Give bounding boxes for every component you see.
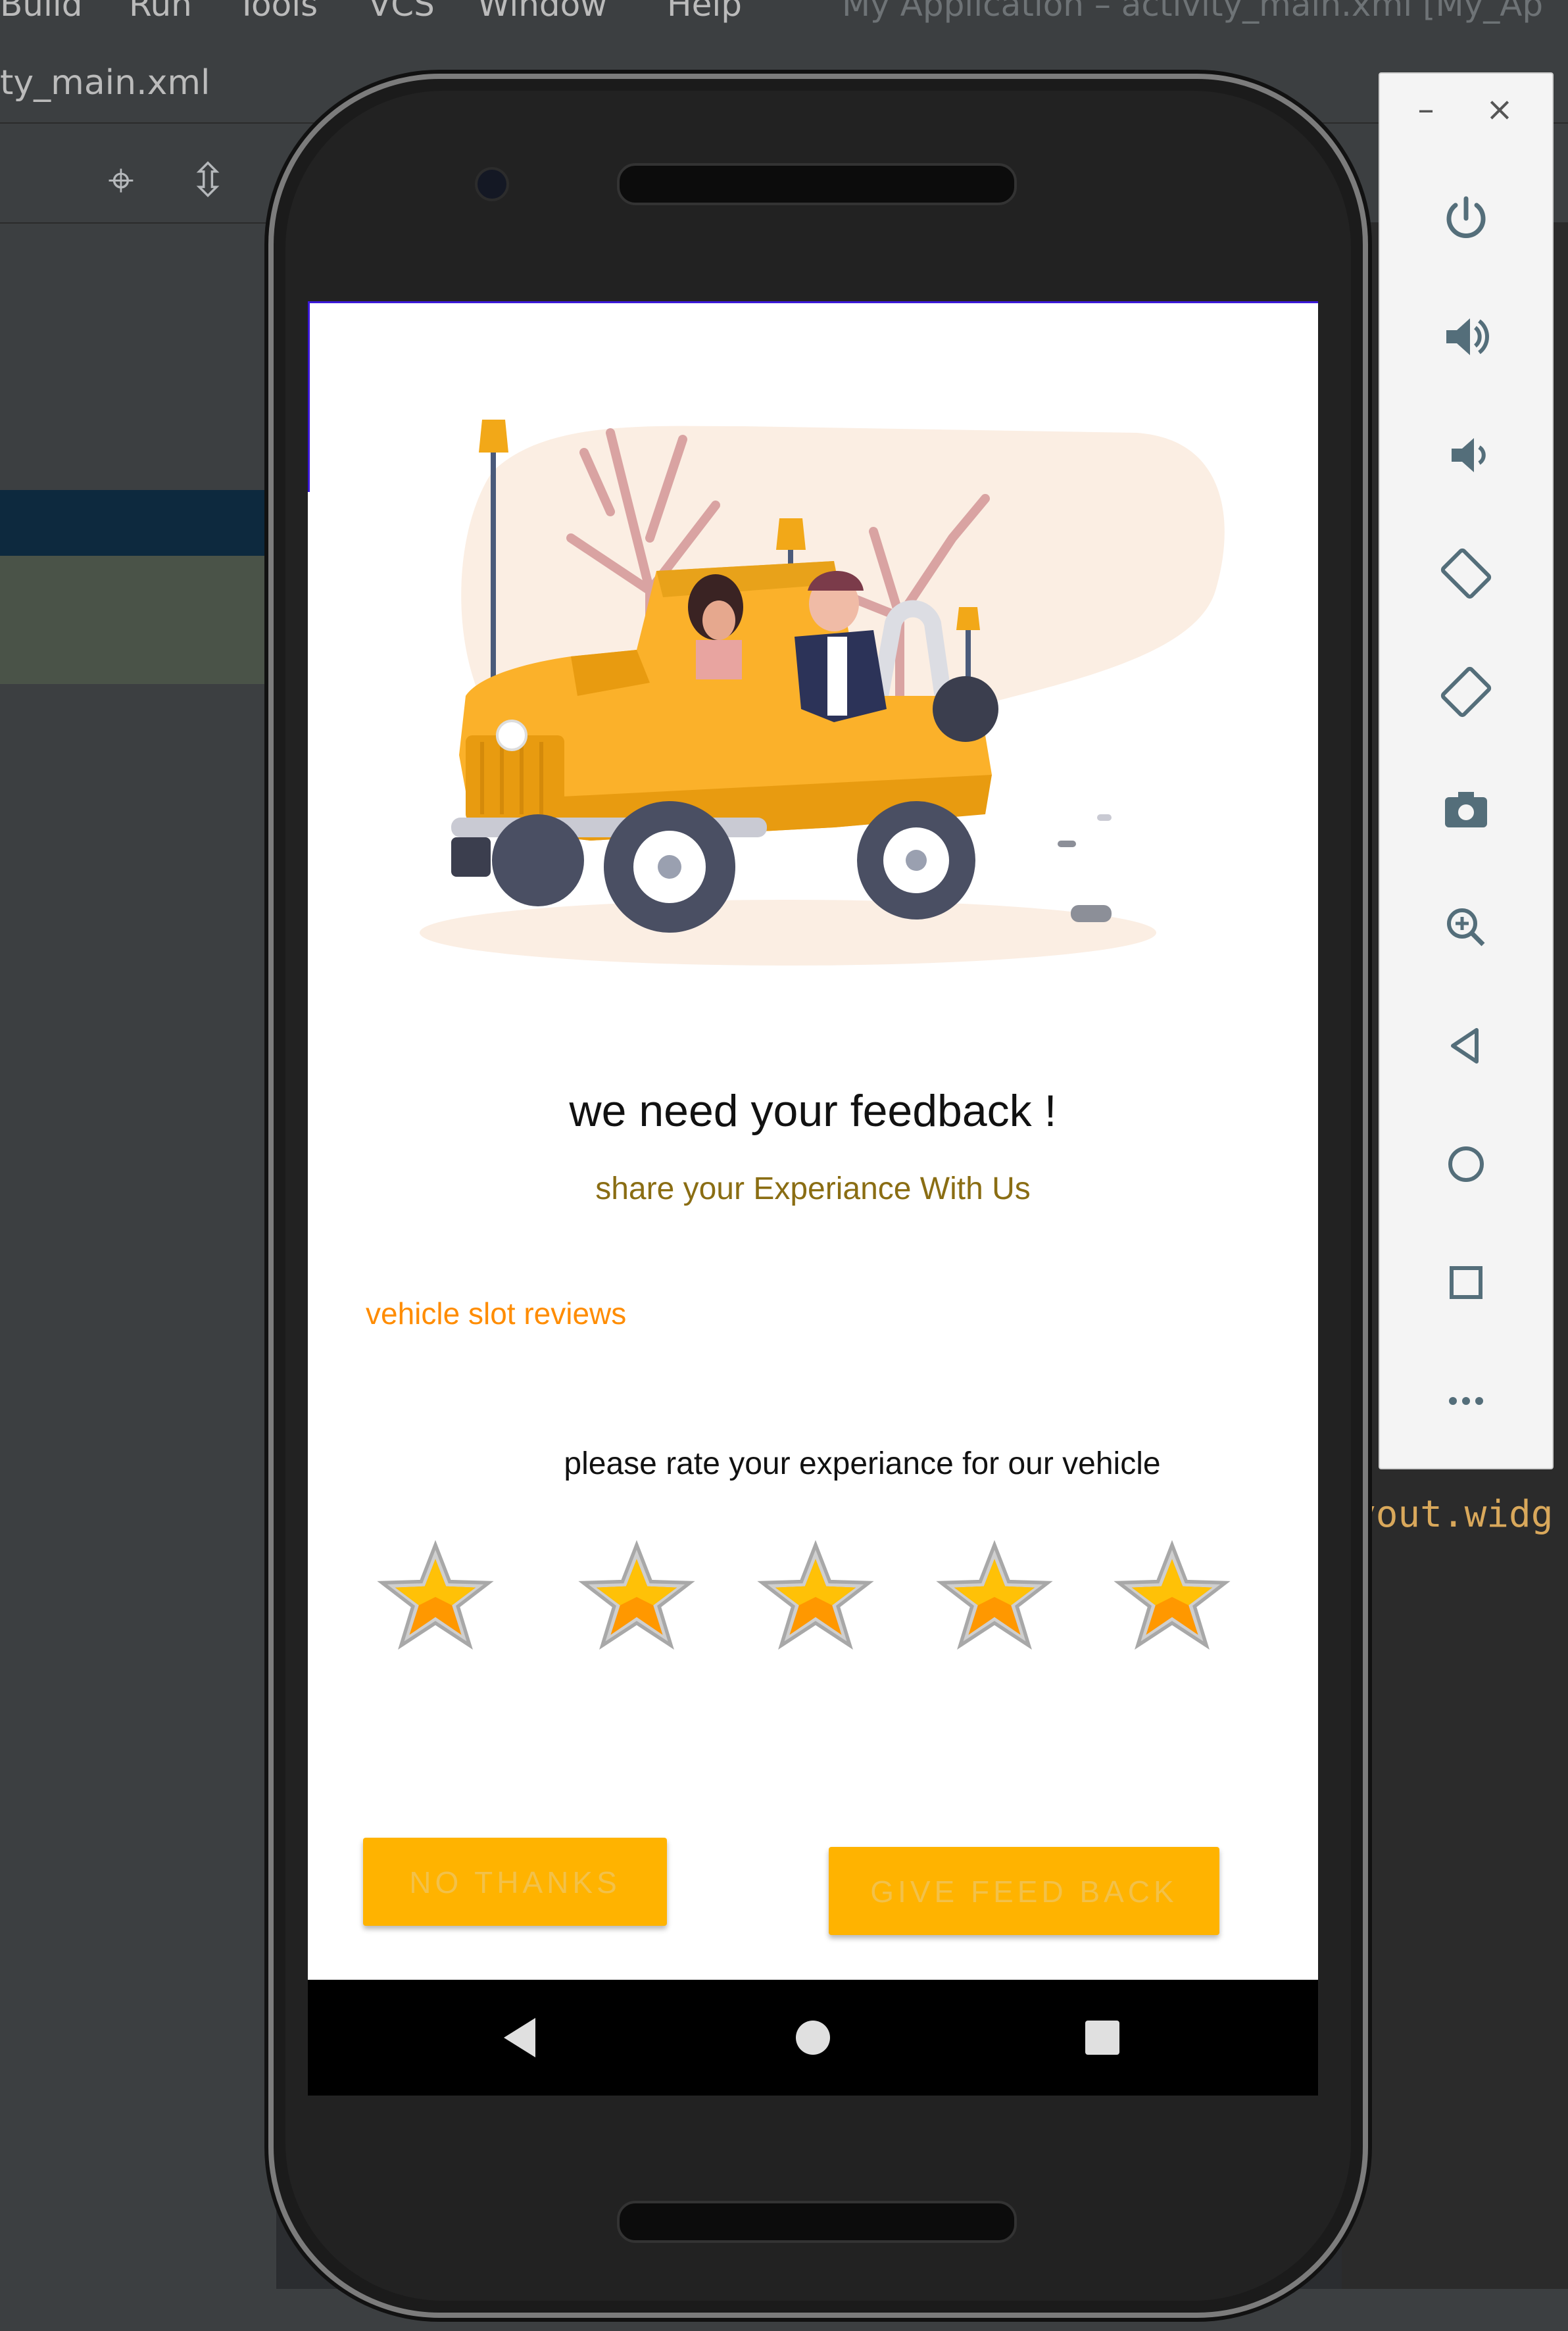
give-feedback-button[interactable]: GIVE FEED BACK [829,1847,1219,1935]
star-icon[interactable] [756,1538,875,1656]
rotate-left-icon[interactable] [1433,541,1499,606]
align-icon[interactable]: ⇳ [182,154,234,207]
more-icon[interactable] [1433,1368,1499,1434]
feedback-subtitle: share your Experiance With Us [595,1171,1031,1206]
star-icon[interactable] [935,1538,1054,1656]
menu-tools[interactable]: Tools [237,0,318,24]
menu-help[interactable]: Help [667,0,742,24]
emulator-toolbar: – × [1379,72,1554,1469]
star-icon[interactable] [376,1538,495,1656]
home-icon[interactable] [787,2011,839,2064]
ide-selection [0,490,276,556]
editor-tab[interactable]: ty_main.xml [0,63,210,103]
bottom-speaker [617,2201,1017,2243]
menu-build[interactable]: Build [0,0,83,24]
close-icon[interactable]: × [1480,89,1519,129]
ide-menubar: Build Run Tools VCS Window Help My Appli… [0,0,1568,37]
volume-down-icon[interactable] [1433,422,1499,488]
star-icon[interactable] [577,1538,696,1656]
recents-icon[interactable] [1076,2011,1129,2064]
minimize-icon[interactable]: – [1406,89,1446,129]
rotate-right-icon[interactable] [1433,659,1499,725]
ide-selection-highlight [0,556,276,684]
menu-vcs[interactable]: VCS [368,0,435,24]
overview-icon[interactable] [1433,1250,1499,1315]
rating-prompt: please rate your experiance for our vehi… [564,1446,1161,1481]
power-icon[interactable] [1433,185,1499,251]
volume-up-icon[interactable] [1433,304,1499,370]
section-label: vehicle slot reviews [366,1296,627,1331]
back-icon[interactable] [495,2011,547,2064]
jeep-illustration [420,420,1225,966]
code-fragment: yout.widg [1354,1493,1554,1536]
no-thanks-button[interactable]: NO THANKS [363,1838,667,1926]
layout-outline-left [308,301,310,492]
rating-bar[interactable] [308,1538,1318,1669]
front-camera [475,167,509,201]
zoom-icon[interactable] [1433,895,1499,960]
star-icon[interactable] [1113,1538,1231,1656]
menu-window[interactable]: Window [478,0,607,24]
feedback-title: we need your feedback ! [569,1086,1057,1136]
earpiece-speaker [617,163,1017,205]
app-screen: we need your feedback ! share your Exper… [308,301,1318,1980]
home-icon[interactable] [1433,1131,1499,1197]
camera-icon[interactable] [1433,776,1499,842]
menu-run[interactable]: Run [129,0,192,24]
android-navbar [308,1980,1318,2096]
layout-outline [308,301,1318,303]
crosshair-icon[interactable]: ⌖ [95,154,147,207]
ide-window-title: My Application – activity_main.xml [My_A… [842,0,1544,24]
back-icon[interactable] [1433,1013,1499,1079]
